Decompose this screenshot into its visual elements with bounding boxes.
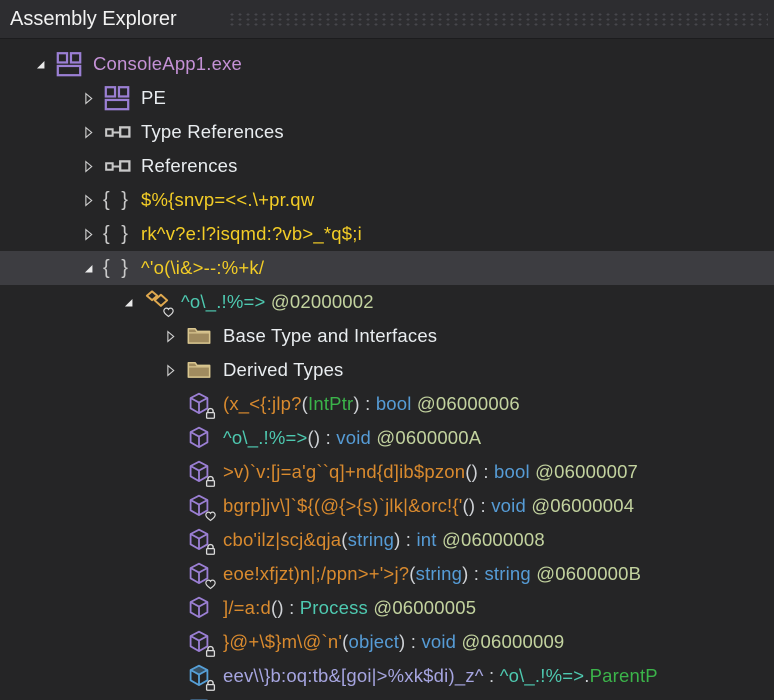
tree-row[interactable]: Base Type and Interfaces: [0, 319, 774, 353]
row-label: eev\\}b:oq:tb&[goi|>%xk$di)_z^ : ^o\_.!%…: [223, 665, 658, 687]
namespace-icon: { }: [100, 185, 134, 215]
panel-titlebar[interactable]: Assembly Explorer: [0, 0, 774, 39]
method-icon: [182, 491, 216, 521]
expander-expanded-icon[interactable]: [116, 295, 140, 310]
lock-overlay-icon: [204, 475, 218, 489]
expander-expanded-icon[interactable]: [28, 57, 52, 72]
tree-row[interactable]: ^o\_.!%=>() : void @0600000A: [0, 421, 774, 455]
row-label: cbo'ilz|scj&qja(string) : int @06000008: [223, 529, 545, 551]
method-icon: [182, 593, 216, 623]
method-icon: [182, 457, 216, 487]
module-icon: [100, 83, 134, 113]
drag-grip-dots: [228, 12, 768, 27]
panel-title: Assembly Explorer: [0, 8, 177, 31]
tree-row[interactable]: eev\\}b:oq:tb&[goi|>%xk$di)_z^ : ^o\_.!%…: [0, 659, 774, 693]
row-label: rk^v?e:l?isqmd:?vb>_*q$;i: [141, 223, 362, 245]
tree-row[interactable]: ConsoleApp1.exe: [0, 47, 774, 81]
row-label: ^'o(\i&>--:%+k/: [141, 257, 264, 279]
expander-expanded-icon[interactable]: [76, 261, 100, 276]
tree-row[interactable]: eoe!xfjzt)n|;/ppn>+'>j?(string) : string…: [0, 557, 774, 591]
row-label: $%{snvp=<<.\+pr.qw: [141, 189, 314, 211]
expander-collapsed-icon[interactable]: [158, 329, 182, 344]
row-label: >v)`v:[j=a'g``q]+nd{d]ib$pzon() : bool @…: [223, 461, 638, 483]
expander-collapsed-icon[interactable]: [158, 363, 182, 378]
row-label: PE: [141, 87, 166, 109]
folder-icon: [182, 321, 216, 351]
class-icon: [140, 287, 174, 317]
namespace-icon: { }: [100, 219, 134, 249]
tree-row[interactable]: { } $%{snvp=<<.\+pr.qw: [0, 183, 774, 217]
tree-row[interactable]: [0, 693, 774, 700]
lock-overlay-icon: [204, 645, 218, 659]
method-icon: [182, 525, 216, 555]
row-label: (x_<{:jlp?(IntPtr) : bool @06000006: [223, 393, 520, 415]
struct-icon: [182, 695, 216, 700]
tree-row[interactable]: cbo'ilz|scj&qja(string) : int @06000008: [0, 523, 774, 557]
method-icon: [182, 627, 216, 657]
folder-icon: [182, 355, 216, 385]
method-icon: [182, 389, 216, 419]
row-label: eoe!xfjzt)n|;/ppn>+'>j?(string) : string…: [223, 563, 641, 585]
row-label: References: [141, 155, 238, 177]
row-label: Type References: [141, 121, 284, 143]
method-icon: [182, 423, 216, 453]
tree-row[interactable]: >v)`v:[j=a'g``q]+nd{d]ib$pzon() : bool @…: [0, 455, 774, 489]
tree-row[interactable]: Type References: [0, 115, 774, 149]
type-references-icon: [100, 117, 134, 147]
method-icon: [182, 559, 216, 589]
lock-overlay-icon: [204, 543, 218, 557]
tree-row[interactable]: PE: [0, 81, 774, 115]
tree-row[interactable]: bgrp]jv\]`${(@{>{s)`jlk|&orc!{'() : void…: [0, 489, 774, 523]
row-label: ^o\_.!%=>() : void @0600000A: [223, 427, 481, 449]
tree-row[interactable]: References: [0, 149, 774, 183]
row-label: Base Type and Interfaces: [223, 325, 437, 347]
row-label: Derived Types: [223, 359, 344, 381]
field-icon: [182, 661, 216, 691]
tree-row[interactable]: ]/=a:d() : Process @06000005: [0, 591, 774, 625]
row-label: }@+\$}m\@`n'(object) : void @06000009: [223, 631, 564, 653]
expander-collapsed-icon[interactable]: [76, 125, 100, 140]
row-label: ConsoleApp1.exe: [93, 53, 242, 75]
assembly-icon: [52, 49, 86, 79]
expander-collapsed-icon[interactable]: [76, 91, 100, 106]
expander-collapsed-icon[interactable]: [76, 193, 100, 208]
row-label: ^o\_.!%=> @02000002: [181, 291, 374, 313]
lock-overlay-icon: [204, 407, 218, 421]
namespace-icon: { }: [100, 253, 134, 283]
expander-collapsed-icon[interactable]: [76, 227, 100, 242]
tree-row[interactable]: { } rk^v?e:l?isqmd:?vb>_*q$;i: [0, 217, 774, 251]
row-label: bgrp]jv\]`${(@{>{s)`jlk|&orc!{'() : void…: [223, 495, 634, 517]
heart-overlay-icon: [162, 305, 176, 319]
tree-row[interactable]: { } ^'o(\i&>--:%+k/: [0, 251, 774, 285]
heart-overlay-icon: [204, 577, 218, 591]
tree-row[interactable]: Derived Types: [0, 353, 774, 387]
assembly-explorer-panel: Assembly Explorer ConsoleApp1.exe PE Type …: [0, 0, 774, 700]
tree-row[interactable]: ^o\_.!%=> @02000002: [0, 285, 774, 319]
tree-row[interactable]: }@+\$}m\@`n'(object) : void @06000009: [0, 625, 774, 659]
lock-overlay-icon: [204, 679, 218, 693]
tree-row[interactable]: (x_<{:jlp?(IntPtr) : bool @06000006: [0, 387, 774, 421]
row-label: ]/=a:d() : Process @06000005: [223, 597, 476, 619]
heart-overlay-icon: [204, 509, 218, 523]
assembly-tree: ConsoleApp1.exe PE Type References Referenc…: [0, 39, 774, 700]
expander-collapsed-icon[interactable]: [76, 159, 100, 174]
references-icon: [100, 151, 134, 181]
